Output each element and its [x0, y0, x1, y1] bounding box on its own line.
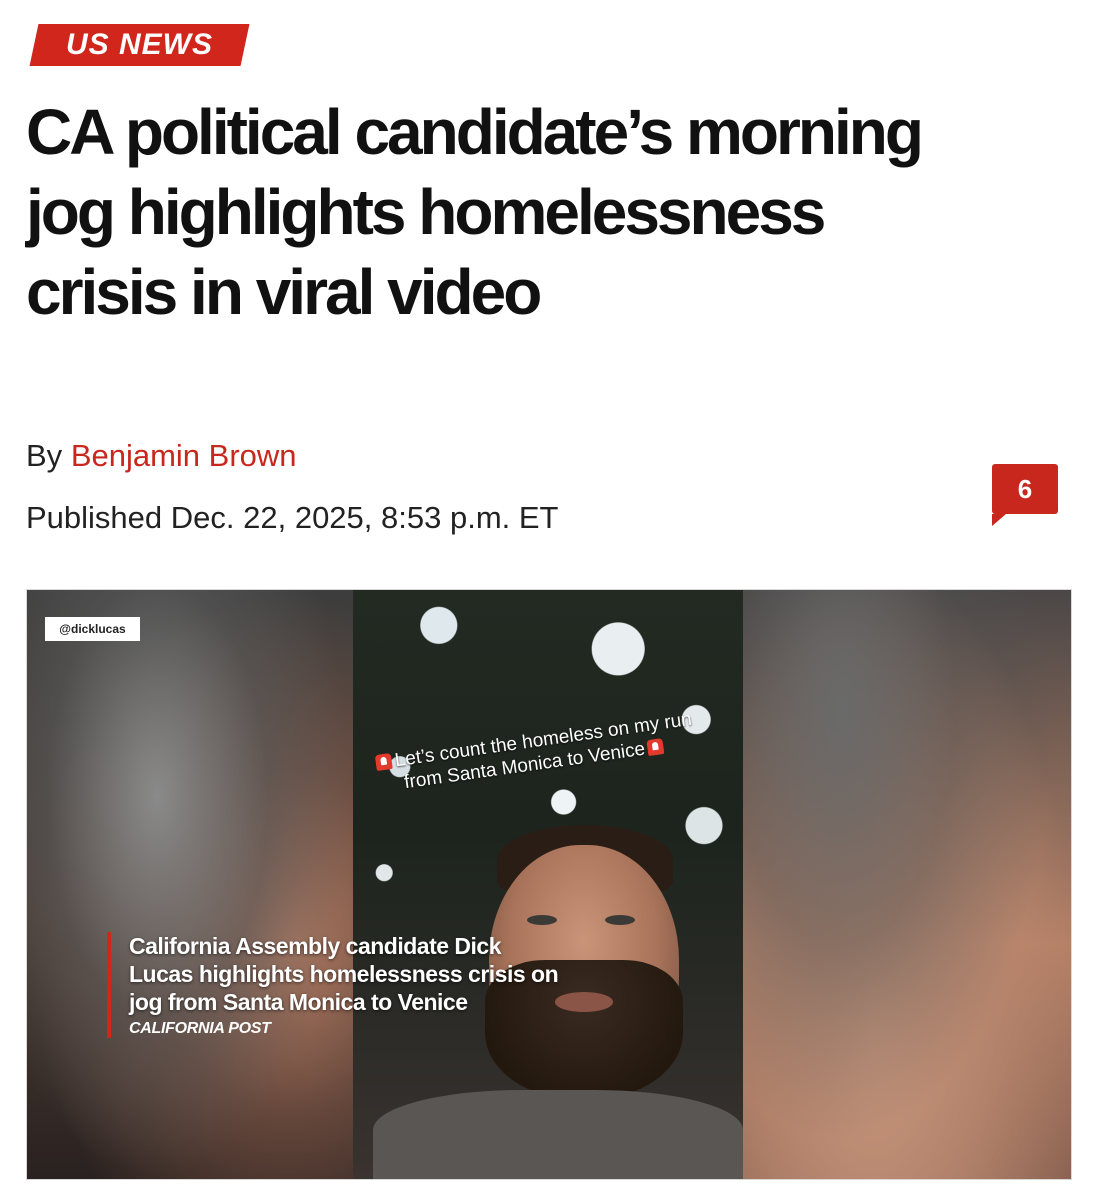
author-link[interactable]: Benjamin Brown: [71, 438, 297, 473]
published-date: Published Dec. 22, 2025, 8:53 p.m. ET: [26, 500, 559, 535]
section-tag-label: US NEWS: [65, 28, 213, 61]
video-blur-left: [27, 590, 353, 1179]
comment-count-button[interactable]: 6: [992, 464, 1058, 526]
siren-icon: [374, 752, 394, 771]
lower-third-source: CALIFORNIA POST: [129, 1020, 271, 1037]
video-handle-tag: @dicklucas: [45, 617, 140, 641]
comment-count: 6: [1017, 473, 1033, 504]
subject-shirt: [373, 1090, 743, 1179]
video-player[interactable]: @dicklucas Let’s count the homeless on m…: [26, 589, 1072, 1180]
subject-right-eye: [605, 915, 635, 925]
section-tag-us-news[interactable]: US NEWS: [29, 24, 250, 66]
lower-third-title: California Assembly candidate Dick Lucas…: [129, 933, 559, 1015]
video-blur-right: [743, 590, 1071, 1179]
article-headline: CA political candidate’s morning jog hig…: [26, 96, 924, 328]
byline: By Benjamin Brown: [26, 438, 297, 474]
siren-icon: [646, 737, 665, 757]
subject-left-eye: [527, 915, 557, 925]
byline-prefix: By: [26, 438, 63, 473]
video-lower-third: California Assembly candidate Dick Lucas…: [107, 932, 569, 1038]
